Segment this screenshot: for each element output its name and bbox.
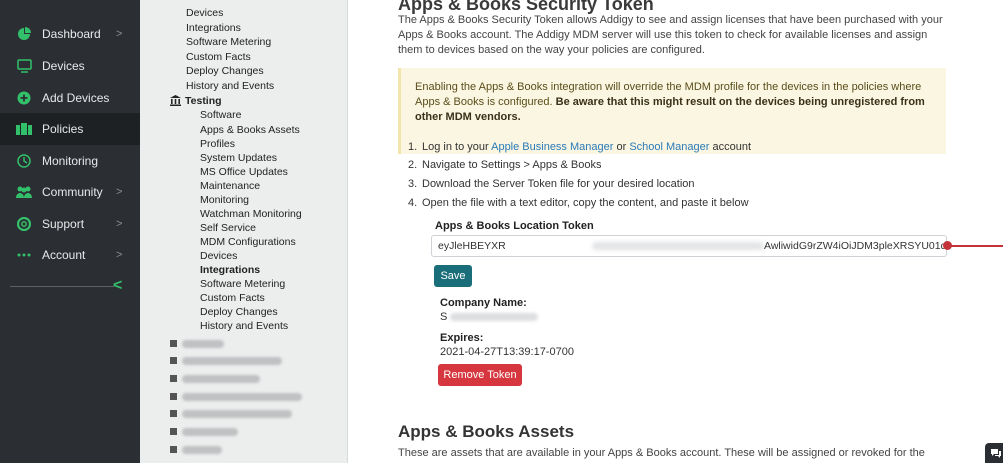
save-button[interactable]: Save [434, 265, 472, 287]
expires-label: Expires: [440, 332, 484, 344]
integration-content: Apps & Books Security Token The Apps & B… [348, 0, 1003, 463]
step-1: 1. Log in to your Apple Business Manager … [408, 141, 752, 153]
nav-label: Add Devices [42, 91, 110, 105]
collapse-sidebar-icon[interactable]: < [113, 277, 122, 295]
nav-item-monitoring[interactable]: Monitoring [0, 145, 140, 177]
support-icon [16, 216, 32, 232]
nav-item-support[interactable]: Support > [0, 208, 140, 240]
tree-item-history-and-events-2[interactable]: History and Events [200, 320, 288, 332]
annotation-pointer-line [951, 245, 1003, 247]
tree-item-mdm-configurations[interactable]: MDM Configurations [200, 236, 296, 248]
chevron-right-icon: > [116, 186, 123, 198]
tree-item-custom-facts[interactable]: Custom Facts [186, 51, 251, 63]
token-value-start: eyJleHBEYXR [438, 240, 506, 252]
tree-item-software[interactable]: Software [200, 109, 241, 121]
nav-label: Monitoring [42, 154, 99, 168]
nav-item-policies[interactable]: Policies [0, 113, 140, 145]
tree-item-monitoring[interactable]: Monitoring [200, 194, 249, 206]
assets-description: These are assets that are available in y… [398, 447, 925, 463]
blurred-folder-icon [170, 410, 177, 417]
blurred-tree-item[interactable] [182, 410, 292, 418]
policy-tree-panel: Devices Integrations Software Metering C… [140, 0, 485, 463]
blurred-tree-item[interactable] [182, 340, 224, 348]
company-name-value: S [440, 311, 448, 323]
remove-token-button[interactable]: Remove Token [438, 364, 522, 386]
devices-icon [16, 58, 32, 74]
blurred-folder-icon [170, 393, 177, 400]
nav-label: Support [42, 217, 85, 231]
blurred-tree-item[interactable] [182, 446, 222, 454]
nav-item-add-devices[interactable]: Add Devices [0, 82, 140, 114]
nav-label: Policies [42, 122, 84, 136]
main-sidebar: Dashboard > Devices Add Devices Policies… [0, 0, 140, 463]
tree-item-apps-books-assets[interactable]: Apps & Books Assets [200, 124, 300, 136]
tree-group-testing[interactable]: Testing [185, 95, 222, 107]
tree-item-custom-facts-2[interactable]: Custom Facts [200, 292, 265, 304]
blurred-tree-item[interactable] [182, 375, 260, 383]
tree-item-watchman-monitoring[interactable]: Watchman Monitoring [200, 208, 302, 220]
expires-value: 2021-04-27T13:39:17-0700 [440, 346, 574, 358]
blurred-folder-icon [170, 428, 177, 435]
chevron-right-icon: > [116, 218, 123, 230]
step-3: 3. Download the Server Token file for you… [408, 178, 695, 190]
tree-item-devices-2[interactable]: Devices [200, 250, 237, 262]
nav-label: Community [42, 185, 103, 199]
tree-item-software-metering[interactable]: Software Metering [186, 36, 271, 48]
chevron-right-icon: > [116, 249, 123, 261]
school-manager-link[interactable]: School Manager [629, 141, 709, 153]
blurred-folder-icon [170, 375, 177, 382]
nav-label: Devices [42, 59, 85, 73]
apple-business-manager-link[interactable]: Apple Business Manager [491, 141, 613, 153]
token-value-end: AwliwidG9rZW4iOiJDM3pleXRSYU01d3MyVGQwRE… [764, 240, 946, 252]
tree-item-system-updates[interactable]: System Updates [200, 152, 277, 164]
token-field-label: Apps & Books Location Token [435, 220, 594, 232]
nav-item-account[interactable]: Account > [0, 239, 140, 271]
policies-icon [16, 121, 32, 137]
company-name-redacted [450, 313, 538, 321]
assets-heading: Apps & Books Assets [398, 422, 575, 441]
tree-item-software-metering-2[interactable]: Software Metering [200, 278, 285, 290]
add-devices-icon [16, 90, 32, 106]
tree-item-deploy-changes[interactable]: Deploy Changes [186, 65, 264, 77]
step-2: 2. Navigate to Settings > Apps & Books [408, 159, 602, 171]
bank-building-icon [170, 95, 181, 109]
nav-item-devices[interactable]: Devices [0, 50, 140, 82]
tree-item-maintenance[interactable]: Maintenance [200, 180, 260, 192]
community-icon [16, 184, 32, 200]
tree-item-profiles[interactable]: Profiles [200, 138, 235, 150]
chevron-right-icon: > [116, 28, 123, 40]
company-name-label: Company Name: [440, 297, 527, 309]
tree-item-deploy-changes-2[interactable]: Deploy Changes [200, 306, 278, 318]
tree-item-self-service[interactable]: Self Service [200, 222, 256, 234]
tree-item-integrations[interactable]: Integrations [186, 22, 241, 34]
nav-divider [10, 286, 114, 287]
account-icon [16, 247, 32, 263]
blurred-folder-icon [170, 340, 177, 347]
nav-item-dashboard[interactable]: Dashboard > [0, 18, 140, 50]
step-4: 4. Open the file with a text editor, copy… [408, 197, 749, 209]
nav-label: Account [42, 248, 86, 262]
blurred-tree-item[interactable] [182, 393, 302, 401]
tree-item-integrations-active[interactable]: Integrations [200, 264, 260, 276]
monitoring-icon [16, 153, 32, 169]
token-redacted [592, 242, 764, 250]
blurred-tree-item[interactable] [182, 357, 282, 365]
nav-label: Dashboard [42, 27, 101, 41]
security-token-description: The Apps & Books Security Token allows A… [398, 14, 943, 56]
dashboard-icon [16, 26, 32, 42]
tree-item-devices[interactable]: Devices [186, 7, 223, 19]
tree-item-ms-office-updates[interactable]: MS Office Updates [200, 166, 288, 178]
location-token-input[interactable]: eyJleHBEYXR AwliwidG9rZW4iOiJDM3pleXRSYU… [431, 235, 947, 257]
tree-item-history-and-events[interactable]: History and Events [186, 80, 274, 92]
blurred-folder-icon [170, 446, 177, 453]
blurred-folder-icon [170, 357, 177, 364]
nav-item-community[interactable]: Community > [0, 176, 140, 208]
chat-icon[interactable] [985, 443, 1003, 463]
blurred-tree-item[interactable] [182, 428, 238, 436]
